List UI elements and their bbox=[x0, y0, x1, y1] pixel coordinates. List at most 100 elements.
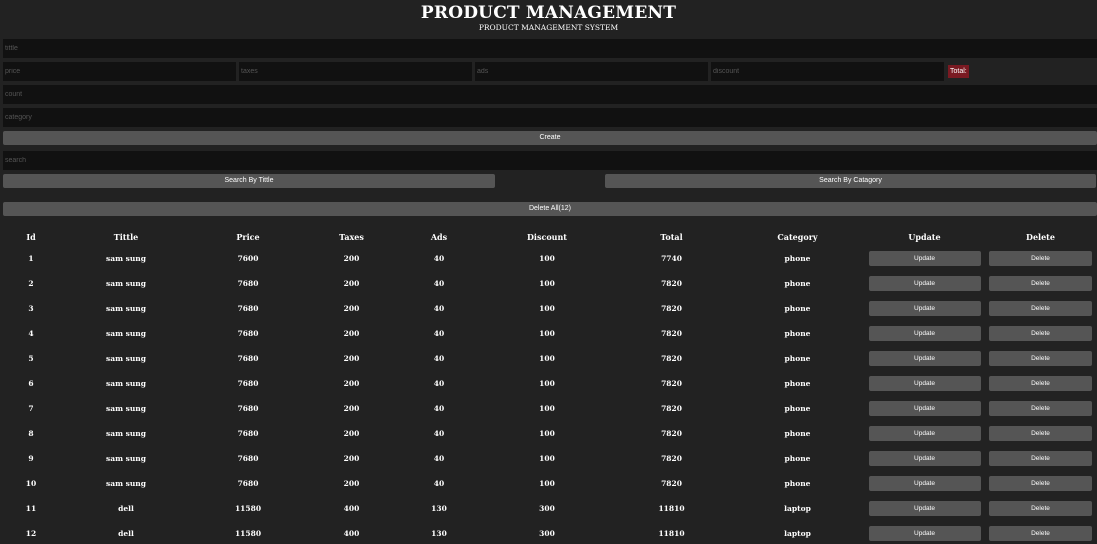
page-subtitle: PRODUCT MANAGEMENT SYSTEM bbox=[478, 23, 619, 32]
cell-price: 7680 bbox=[237, 429, 259, 438]
delete-button-cell: Delete bbox=[984, 246, 1097, 271]
create-button[interactable]: Create bbox=[3, 131, 1097, 145]
delete-button-cell: Delete bbox=[984, 296, 1097, 321]
column-header-update: Update bbox=[908, 232, 941, 242]
delete-button[interactable]: Delete bbox=[989, 501, 1092, 516]
ads-input[interactable] bbox=[475, 62, 708, 81]
update-button[interactable]: Update bbox=[868, 351, 981, 366]
table-row: 8 sam sung 7680 200 40 100 7820 phone Update Dele… bbox=[0, 421, 1097, 446]
column-header-delete: Delete bbox=[1026, 232, 1055, 242]
products-table: Id Tittle Price Taxes Ads Discount Total… bbox=[0, 228, 1097, 544]
delete-button[interactable]: Delete bbox=[989, 351, 1092, 366]
update-button[interactable]: Update bbox=[868, 301, 981, 316]
cell-title: sam sung bbox=[105, 329, 146, 338]
delete-button[interactable]: Delete bbox=[989, 301, 1092, 316]
cell-ads: 40 bbox=[433, 329, 445, 338]
update-button[interactable]: Update bbox=[868, 376, 981, 391]
cell-category: phone bbox=[784, 479, 811, 488]
cell-id: 9 bbox=[28, 454, 34, 463]
update-button[interactable]: Update bbox=[868, 326, 981, 341]
table-row: 12 dell 11580 400 130 300 11810 laptop Update Del… bbox=[0, 521, 1097, 544]
count-input[interactable] bbox=[3, 85, 1097, 104]
discount-input[interactable] bbox=[711, 62, 944, 81]
delete-all-button[interactable]: Delete All(12) bbox=[3, 202, 1097, 216]
update-button[interactable]: Update bbox=[868, 501, 981, 516]
cell-id: 6 bbox=[28, 379, 34, 388]
update-button-cell: Update bbox=[865, 421, 984, 446]
cell-total: 7820 bbox=[661, 479, 682, 488]
cell-total: 7740 bbox=[661, 254, 682, 263]
cell-discount: 100 bbox=[539, 454, 555, 463]
delete-button-cell: Delete bbox=[984, 271, 1097, 296]
cell-ads: 40 bbox=[433, 429, 445, 438]
delete-button[interactable]: Delete bbox=[989, 451, 1092, 466]
column-header-title: Tittle bbox=[113, 232, 139, 242]
cell-price: 7680 bbox=[237, 304, 259, 313]
cell-taxes: 200 bbox=[343, 379, 360, 388]
table-row: 3 sam sung 7680 200 40 100 7820 phone Update Dele… bbox=[0, 296, 1097, 321]
cell-category: phone bbox=[784, 304, 811, 313]
update-button[interactable]: Update bbox=[868, 526, 981, 541]
cell-price: 7680 bbox=[237, 329, 259, 338]
delete-button[interactable]: Delete bbox=[989, 276, 1092, 291]
update-button[interactable]: Update bbox=[868, 401, 981, 416]
update-button[interactable]: Update bbox=[868, 426, 981, 441]
delete-button-cell: Delete bbox=[984, 346, 1097, 371]
taxes-input[interactable] bbox=[239, 62, 472, 81]
category-input[interactable] bbox=[3, 108, 1097, 127]
table-row: 6 sam sung 7680 200 40 100 7820 phone Update Dele… bbox=[0, 371, 1097, 396]
cell-price: 11580 bbox=[234, 504, 262, 513]
cell-taxes: 200 bbox=[343, 254, 360, 263]
title-input[interactable] bbox=[3, 39, 1097, 58]
table-row: 5 sam sung 7680 200 40 100 7820 phone Update Dele… bbox=[0, 346, 1097, 371]
cell-category: phone bbox=[784, 279, 811, 288]
cell-taxes: 200 bbox=[343, 329, 360, 338]
table-row: 9 sam sung 7680 200 40 100 7820 phone Update Dele… bbox=[0, 446, 1097, 471]
update-button-cell: Update bbox=[865, 246, 984, 271]
update-button-cell: Update bbox=[865, 471, 984, 496]
delete-button[interactable]: Delete bbox=[989, 376, 1092, 391]
cell-ads: 40 bbox=[433, 354, 445, 363]
cell-taxes: 200 bbox=[343, 279, 360, 288]
table-row: 2 sam sung 7680 200 40 100 7820 phone Update Dele… bbox=[0, 271, 1097, 296]
cell-total: 7820 bbox=[661, 354, 682, 363]
update-button[interactable]: Update bbox=[868, 476, 981, 491]
update-button[interactable]: Update bbox=[868, 251, 981, 266]
cell-discount: 100 bbox=[539, 479, 555, 488]
delete-button[interactable]: Delete bbox=[989, 476, 1092, 491]
cell-id: 7 bbox=[28, 404, 34, 413]
cell-taxes: 200 bbox=[343, 404, 360, 413]
update-button[interactable]: Update bbox=[868, 451, 981, 466]
search-by-category-button[interactable]: Search By Catagory bbox=[605, 174, 1096, 188]
delete-button-cell: Delete bbox=[984, 321, 1097, 346]
delete-button-cell: Delete bbox=[984, 371, 1097, 396]
column-header-ads: Ads bbox=[430, 232, 448, 242]
update-button-cell: Update bbox=[865, 496, 984, 521]
search-input[interactable] bbox=[3, 151, 1097, 170]
delete-button[interactable]: Delete bbox=[989, 401, 1092, 416]
cell-taxes: 200 bbox=[343, 479, 360, 488]
cell-taxes: 400 bbox=[343, 504, 360, 513]
update-button-cell: Update bbox=[865, 521, 984, 544]
cell-ads: 40 bbox=[433, 404, 445, 413]
cell-title: sam sung bbox=[105, 429, 146, 438]
cell-title: sam sung bbox=[105, 279, 146, 288]
cell-total: 7820 bbox=[661, 429, 682, 438]
cell-ads: 40 bbox=[433, 479, 445, 488]
search-by-title-button[interactable]: Search By Tittle bbox=[3, 174, 495, 188]
delete-button[interactable]: Delete bbox=[989, 326, 1092, 341]
delete-button[interactable]: Delete bbox=[989, 426, 1092, 441]
cell-discount: 100 bbox=[539, 254, 555, 263]
update-button-cell: Update bbox=[865, 396, 984, 421]
delete-button[interactable]: Delete bbox=[989, 251, 1092, 266]
delete-button-cell: Delete bbox=[984, 496, 1097, 521]
cell-total: 7820 bbox=[661, 304, 682, 313]
price-input[interactable] bbox=[3, 62, 236, 81]
update-button[interactable]: Update bbox=[868, 276, 981, 291]
delete-button[interactable]: Delete bbox=[989, 526, 1092, 541]
update-button-cell: Update bbox=[865, 346, 984, 371]
update-button-cell: Update bbox=[865, 371, 984, 396]
cell-title: sam sung bbox=[105, 454, 146, 463]
delete-button-cell: Delete bbox=[984, 471, 1097, 496]
cell-total: 7820 bbox=[661, 329, 682, 338]
